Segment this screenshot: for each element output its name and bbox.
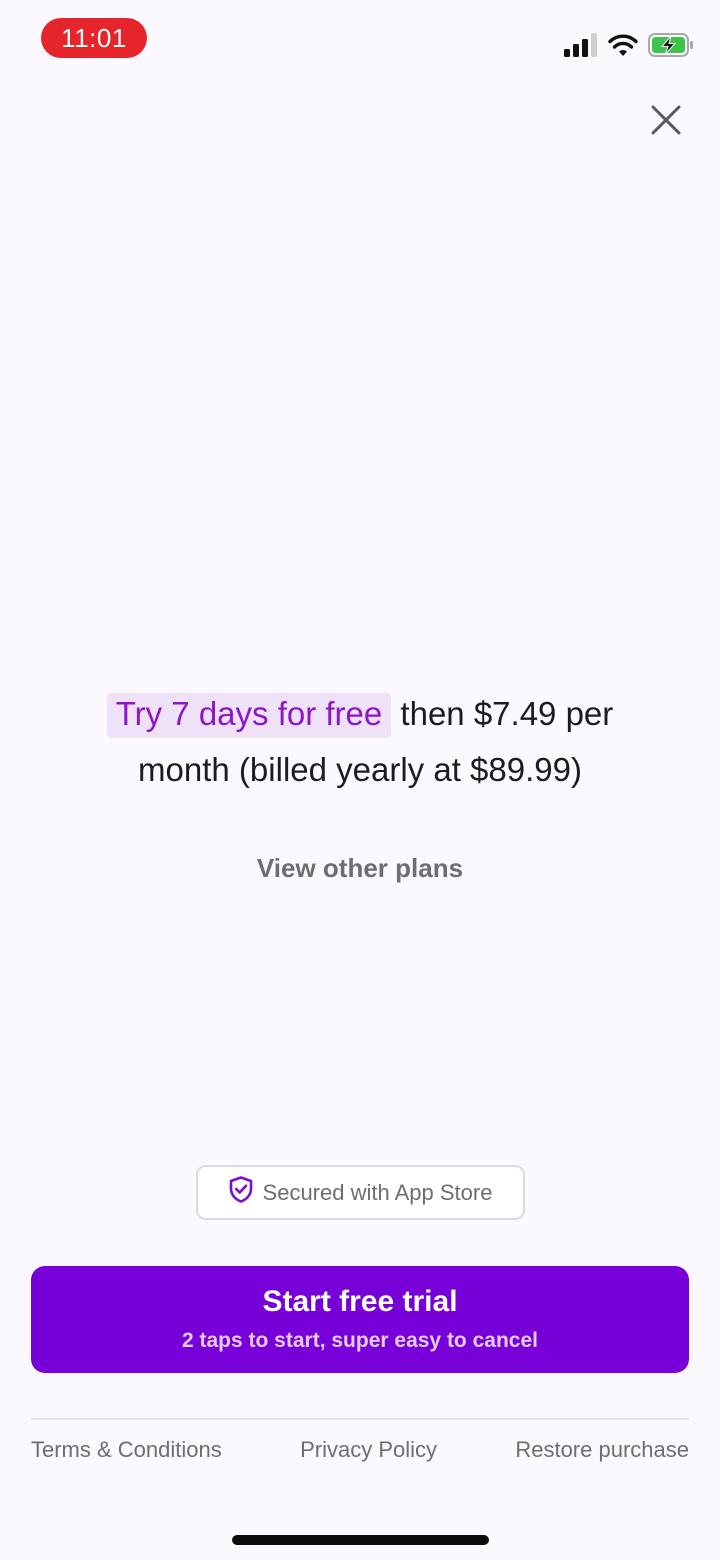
battery-charging-icon	[648, 33, 694, 57]
offer-highlight: Try 7 days for free	[106, 693, 392, 738]
privacy-link[interactable]: Privacy Policy	[300, 1437, 437, 1463]
view-other-plans-link[interactable]: View other plans	[160, 848, 560, 888]
wifi-icon	[608, 33, 638, 57]
secured-badge: Secured with App Store	[196, 1165, 525, 1220]
status-icons	[564, 30, 694, 60]
close-icon	[650, 104, 682, 141]
cta-title: Start free trial	[262, 1284, 458, 1318]
close-button[interactable]	[644, 100, 688, 144]
paywall-screen: 11:01 Try 7 days for free then $7.49 per…	[0, 0, 720, 1560]
cta-subtitle: 2 taps to start, super easy to cancel	[182, 1328, 538, 1352]
shield-check-icon	[229, 1176, 253, 1209]
offer-text: Try 7 days for free then $7.49 per month…	[60, 686, 660, 798]
status-time: 11:01	[41, 18, 147, 58]
secured-label: Secured with App Store	[262, 1179, 493, 1205]
footer-divider	[31, 1418, 689, 1420]
restore-purchase-link[interactable]: Restore purchase	[515, 1437, 689, 1463]
home-indicator[interactable]	[232, 1535, 489, 1545]
status-bar: 11:01	[0, 0, 720, 80]
footer-links: Terms & Conditions Privacy Policy Restor…	[31, 1430, 689, 1470]
signal-icon	[564, 33, 598, 57]
terms-link[interactable]: Terms & Conditions	[31, 1437, 222, 1463]
start-free-trial-button[interactable]: Start free trial 2 taps to start, super …	[31, 1266, 689, 1373]
